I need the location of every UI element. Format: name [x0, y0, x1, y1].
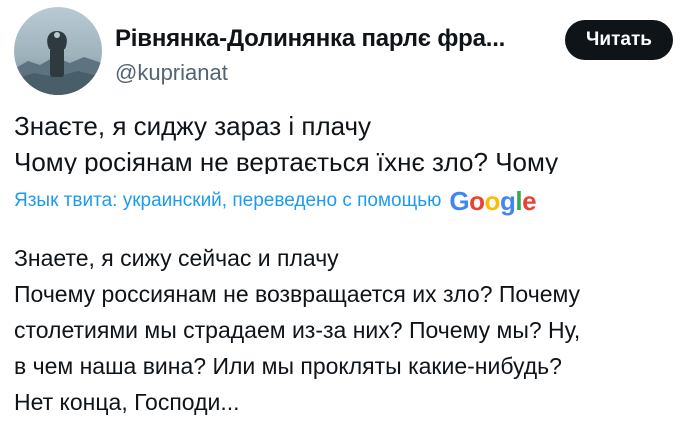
translation-notice-text[interactable]: Язык твита: украинский, переведено с пом… [14, 190, 441, 212]
original-text-line: Чому росіянам не вертається їхнє зло? Чо… [14, 147, 559, 174]
translated-text-line: Нет конца, Господи... [14, 389, 240, 415]
translated-text-line: Почему россиянам не возвращается их зло?… [14, 281, 581, 307]
google-logo-letter: e [522, 185, 537, 216]
avatar[interactable] [14, 7, 102, 95]
original-tweet-text: Знаєте, я сиджу зараз і плачу Чому росія… [14, 108, 674, 174]
translated-tweet-text: Знаете, я сижу сейчас и плачу Почему рос… [14, 240, 694, 420]
translated-text-line: столетиями мы страдаем из-за них? Почему… [14, 317, 581, 343]
translated-text-line: в чем наша вина? Или мы прокляты какие-н… [14, 353, 562, 379]
translation-notice[interactable]: Язык твита: украинский, переведено с пом… [14, 184, 537, 218]
author-display-name[interactable]: Рівнянка-Долинянка парлє фра... [115, 25, 505, 53]
google-logo-letter: g [499, 185, 516, 216]
tweet-card: Рівнянка-Долинянка парлє фра... @kuprian… [0, 0, 700, 439]
profile-avatar-icon [14, 7, 102, 95]
google-logo-icon: Google [449, 186, 536, 217]
google-logo-letter: G [449, 185, 470, 216]
google-logo-letter: o [484, 185, 501, 216]
original-text-line: Знаєте, я сиджу зараз і плачу [14, 111, 372, 141]
author-handle[interactable]: @kuprianat [115, 60, 228, 86]
google-logo-letter: o [469, 185, 485, 216]
translated-text-line: Знаете, я сижу сейчас и плачу [14, 245, 339, 271]
read-button[interactable]: Читать [565, 20, 673, 60]
